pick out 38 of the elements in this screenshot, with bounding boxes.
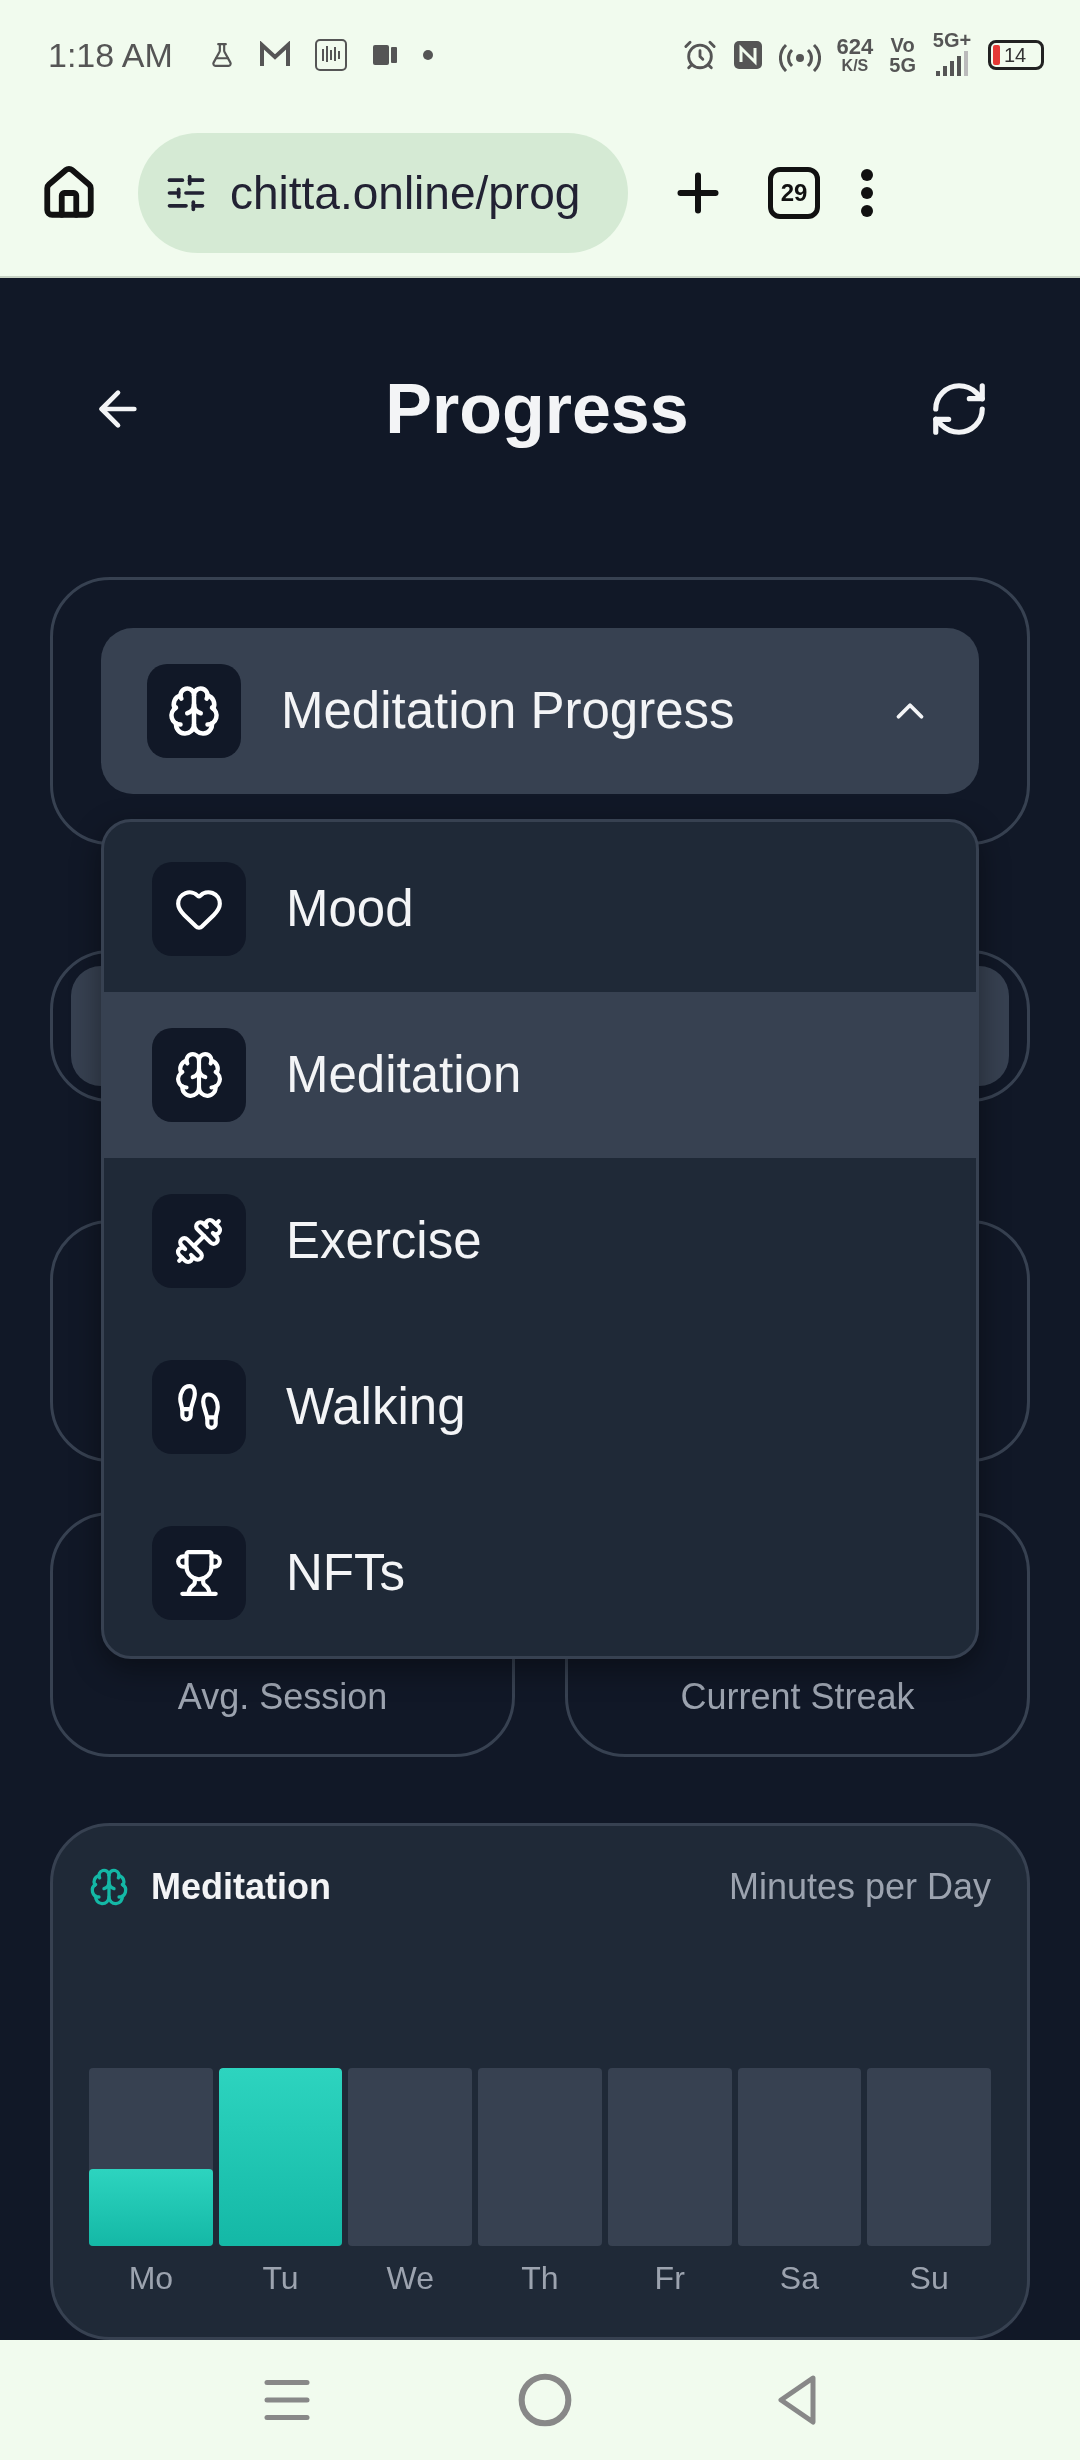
- home-nav-button[interactable]: [517, 2372, 573, 2428]
- menu-item[interactable]: Walking: [104, 1323, 976, 1490]
- page-title: Progress: [385, 369, 689, 450]
- brain-icon: [89, 1867, 129, 1907]
- chart-subtitle: Minutes per Day: [728, 1866, 991, 1908]
- day-label: Fr: [653, 2260, 686, 2297]
- menu-item[interactable]: Meditation: [104, 991, 976, 1158]
- address-bar[interactable]: chitta.online/prog: [138, 133, 628, 253]
- network-speed: 624 K/S: [836, 36, 874, 74]
- alarm-icon: [682, 38, 717, 72]
- menu-item[interactable]: Exercise: [104, 1157, 976, 1324]
- dumbbell-icon: [174, 1215, 224, 1266]
- chart-title: Meditation: [151, 1866, 331, 1908]
- network-type: 5G+: [932, 30, 972, 50]
- brain-icon: [167, 683, 221, 738]
- day-label: Mo: [127, 2260, 175, 2297]
- m-logo-icon: [258, 41, 291, 69]
- day-label: We: [385, 2260, 435, 2297]
- dot-icon: [422, 50, 433, 60]
- menu-item[interactable]: Mood: [104, 825, 976, 992]
- trophy-icon: [174, 1547, 224, 1598]
- nfc-icon: [732, 40, 763, 70]
- stat-label: Avg. Session: [177, 1676, 388, 1718]
- day-label: Sa: [778, 2260, 820, 2297]
- day-label: Su: [908, 2260, 950, 2297]
- waveform-icon: [314, 39, 347, 71]
- brain-icon: [174, 1049, 224, 1100]
- day-label: Tu: [261, 2260, 300, 2297]
- category-dropdown[interactable]: Meditation Progress: [101, 627, 979, 794]
- tab-count-button[interactable]: 29: [768, 167, 820, 219]
- more-menu-button[interactable]: [860, 168, 874, 218]
- status-time: 1:18 AM: [48, 35, 173, 75]
- menu-item[interactable]: NFTs: [104, 1489, 976, 1656]
- volte-indicator: Vo 5G: [889, 35, 916, 75]
- more-icon: [860, 168, 874, 218]
- day-label: Th: [520, 2260, 560, 2297]
- stat-label: Current Streak: [680, 1676, 915, 1718]
- battery-icon: 14: [988, 40, 1044, 70]
